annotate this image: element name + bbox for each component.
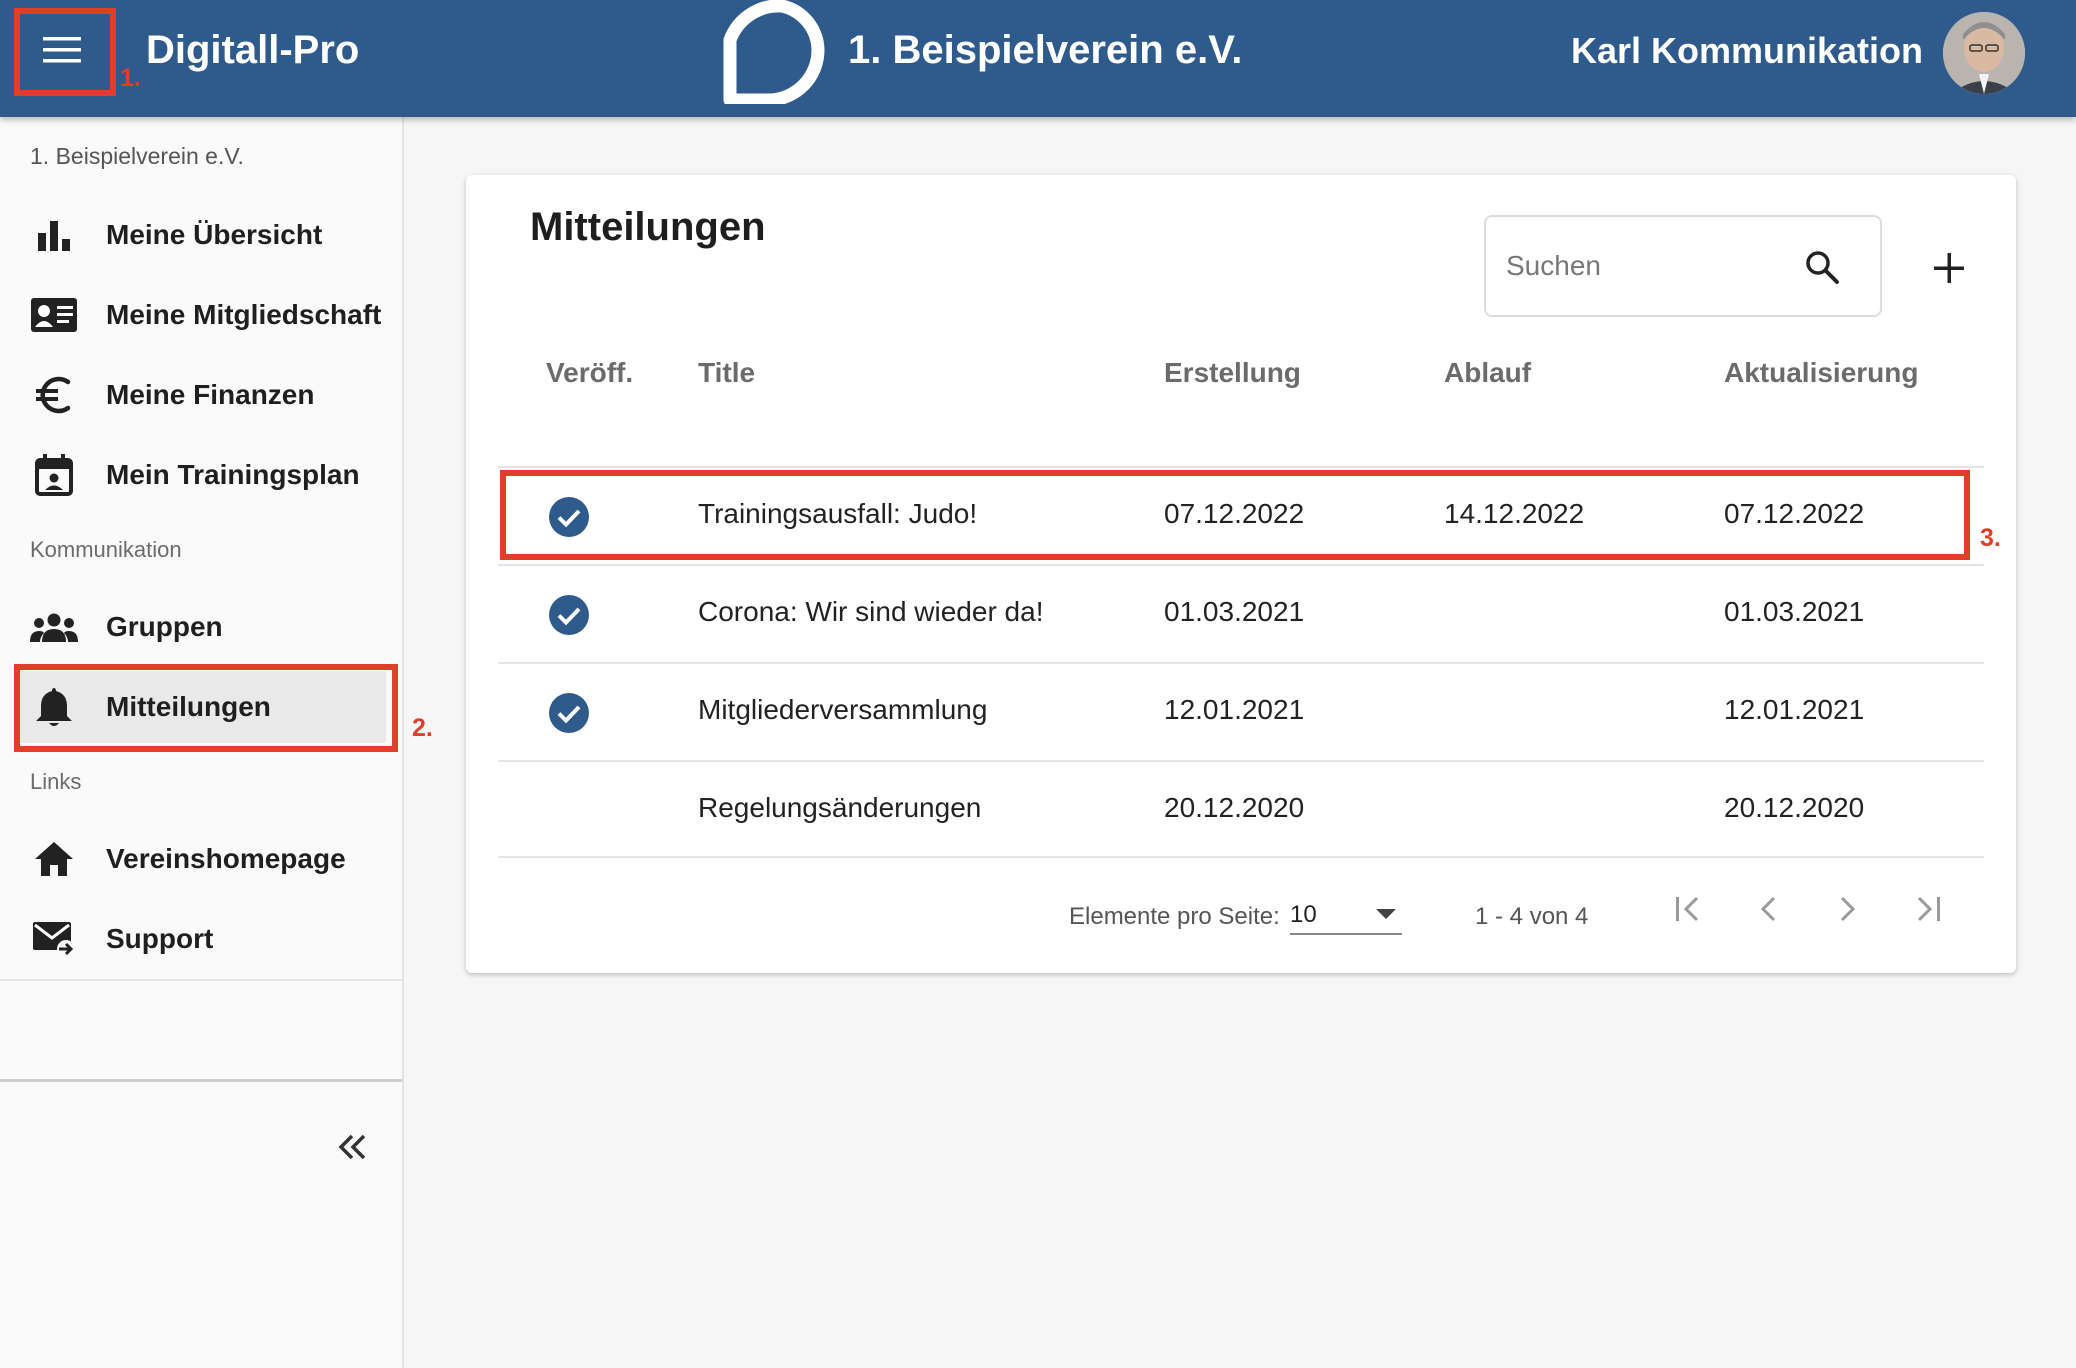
sidebar-item-label: Meine Übersicht — [106, 219, 323, 250]
cell-title: Corona: Wir sind wieder da! — [698, 596, 1044, 627]
cell-created: 01.03.2021 — [1164, 596, 1305, 627]
column-header-expires[interactable]: Ablauf — [1444, 357, 1531, 389]
chevron-left-icon — [1760, 896, 1776, 922]
published-check-icon — [549, 693, 589, 733]
cell-created: 07.12.2022 — [1164, 498, 1305, 529]
first-page-icon — [1676, 896, 1699, 922]
sidebar-item-membership[interactable]: Meine Mitgliedschaft — [14, 279, 386, 351]
hamburger-menu-icon — [43, 37, 81, 63]
sidebar-item-overview[interactable]: Meine Übersicht — [14, 199, 386, 271]
items-per-page-label: Elemente pro Seite: — [1069, 903, 1280, 930]
plus-icon — [1934, 253, 1964, 283]
annotation-label-2: 2. — [412, 714, 433, 742]
sidebar: 1. Beispielverein e.V. Meine Übersicht M… — [0, 117, 404, 1368]
club-title: 1. Beispielverein e.V. — [848, 28, 1243, 72]
column-header-created[interactable]: Erstellung — [1164, 357, 1301, 389]
sidebar-item-label: Mein Trainingsplan — [106, 459, 360, 490]
chevron-right-icon — [1840, 896, 1856, 922]
messages-card: Mitteilungen Veröff. Title Erstellung Ab… — [466, 175, 2016, 973]
cell-updated: 12.01.2021 — [1724, 694, 1865, 725]
sidebar-item-groups[interactable]: Gruppen — [14, 591, 386, 663]
cell-title: Mitgliederversammlung — [698, 694, 988, 725]
avatar[interactable] — [1943, 12, 2025, 94]
search-icon[interactable] — [1804, 249, 1840, 285]
table-row[interactable]: Mitgliederversammlung 12.01.2021 12.01.2… — [498, 662, 1984, 760]
cell-updated: 20.12.2020 — [1724, 792, 1865, 823]
id-card-icon — [28, 289, 80, 341]
top-app-bar: Digitall-Pro 1. Beispielverein e.V. Karl… — [0, 0, 2076, 117]
sidebar-item-label: Support — [106, 923, 214, 954]
cell-updated: 01.03.2021 — [1724, 596, 1865, 627]
sidebar-item-label: Meine Mitgliedschaft — [106, 299, 382, 330]
app-title[interactable]: Digitall-Pro — [146, 28, 359, 73]
column-header-published[interactable]: Veröff. — [546, 357, 633, 389]
first-page-button[interactable] — [1666, 887, 1710, 931]
logo — [718, 0, 830, 104]
page-title: Mitteilungen — [530, 205, 766, 249]
search-field[interactable] — [1484, 215, 1882, 317]
menu-button[interactable] — [30, 30, 94, 70]
published-check-icon — [549, 595, 589, 635]
sidebar-item-support[interactable]: Support — [14, 903, 386, 975]
calendar-icon — [28, 449, 80, 501]
sidebar-section-links: Links — [30, 769, 82, 794]
double-chevron-left-icon — [338, 1134, 366, 1160]
table-row[interactable]: Trainingsausfall: Judo! 07.12.2022 14.12… — [498, 466, 1984, 564]
cell-created: 12.01.2021 — [1164, 694, 1305, 725]
cell-expires: 14.12.2022 — [1444, 498, 1585, 529]
last-page-icon — [1917, 896, 1940, 922]
sidebar-item-label: Mitteilungen — [106, 691, 271, 722]
sidebar-item-label: Meine Finanzen — [106, 379, 315, 410]
cell-title: Trainingsausfall: Judo! — [698, 498, 978, 529]
table-row[interactable]: Corona: Wir sind wieder da! 01.03.2021 0… — [498, 564, 1984, 662]
column-header-updated[interactable]: Aktualisierung — [1724, 357, 1918, 389]
bar-chart-icon — [28, 209, 80, 261]
sidebar-item-training-plan[interactable]: Mein Trainingsplan — [14, 439, 386, 511]
sidebar-section-communication: Kommunikation — [30, 537, 182, 562]
sidebar-divider — [0, 979, 402, 981]
annotation-label-3: 3. — [1980, 524, 2001, 552]
cell-updated: 07.12.2022 — [1724, 498, 1865, 529]
sidebar-item-label: Vereinshomepage — [106, 843, 346, 874]
sidebar-item-club-homepage[interactable]: Vereinshomepage — [14, 823, 386, 895]
annotation-label-1: 1. — [120, 64, 141, 92]
dropdown-arrow-icon — [1376, 909, 1396, 919]
page-range-text: 1 - 4 von 4 — [1475, 903, 1589, 930]
items-per-page-value: 10 — [1290, 901, 1317, 928]
column-header-title[interactable]: Title — [698, 357, 755, 389]
groups-icon — [28, 601, 80, 653]
sidebar-bottom-line — [0, 1079, 402, 1082]
sidebar-item-finances[interactable]: Meine Finanzen — [14, 359, 386, 431]
euro-icon — [28, 369, 80, 421]
items-per-page-select[interactable]: 10 — [1290, 893, 1402, 935]
previous-page-button[interactable] — [1746, 887, 1790, 931]
sidebar-item-messages[interactable]: Mitteilungen — [14, 671, 386, 743]
sidebar-item-label: Gruppen — [106, 611, 223, 642]
cell-created: 20.12.2020 — [1164, 792, 1305, 823]
user-name[interactable]: Karl Kommunikation — [1571, 30, 1923, 72]
next-page-button[interactable] — [1826, 887, 1870, 931]
mail-forward-icon — [28, 913, 80, 965]
collapse-sidebar-button[interactable] — [332, 1127, 372, 1167]
add-message-button[interactable] — [1926, 245, 1972, 291]
last-page-button[interactable] — [1906, 887, 1950, 931]
bell-icon — [28, 681, 80, 733]
home-icon — [28, 833, 80, 885]
table-row[interactable]: Regelungsänderungen 20.12.2020 20.12.202… — [498, 760, 1984, 858]
search-input[interactable] — [1504, 249, 1798, 283]
sidebar-club-name: 1. Beispielverein e.V. — [30, 143, 244, 169]
published-check-icon — [549, 497, 589, 537]
cell-title: Regelungsänderungen — [698, 792, 982, 823]
